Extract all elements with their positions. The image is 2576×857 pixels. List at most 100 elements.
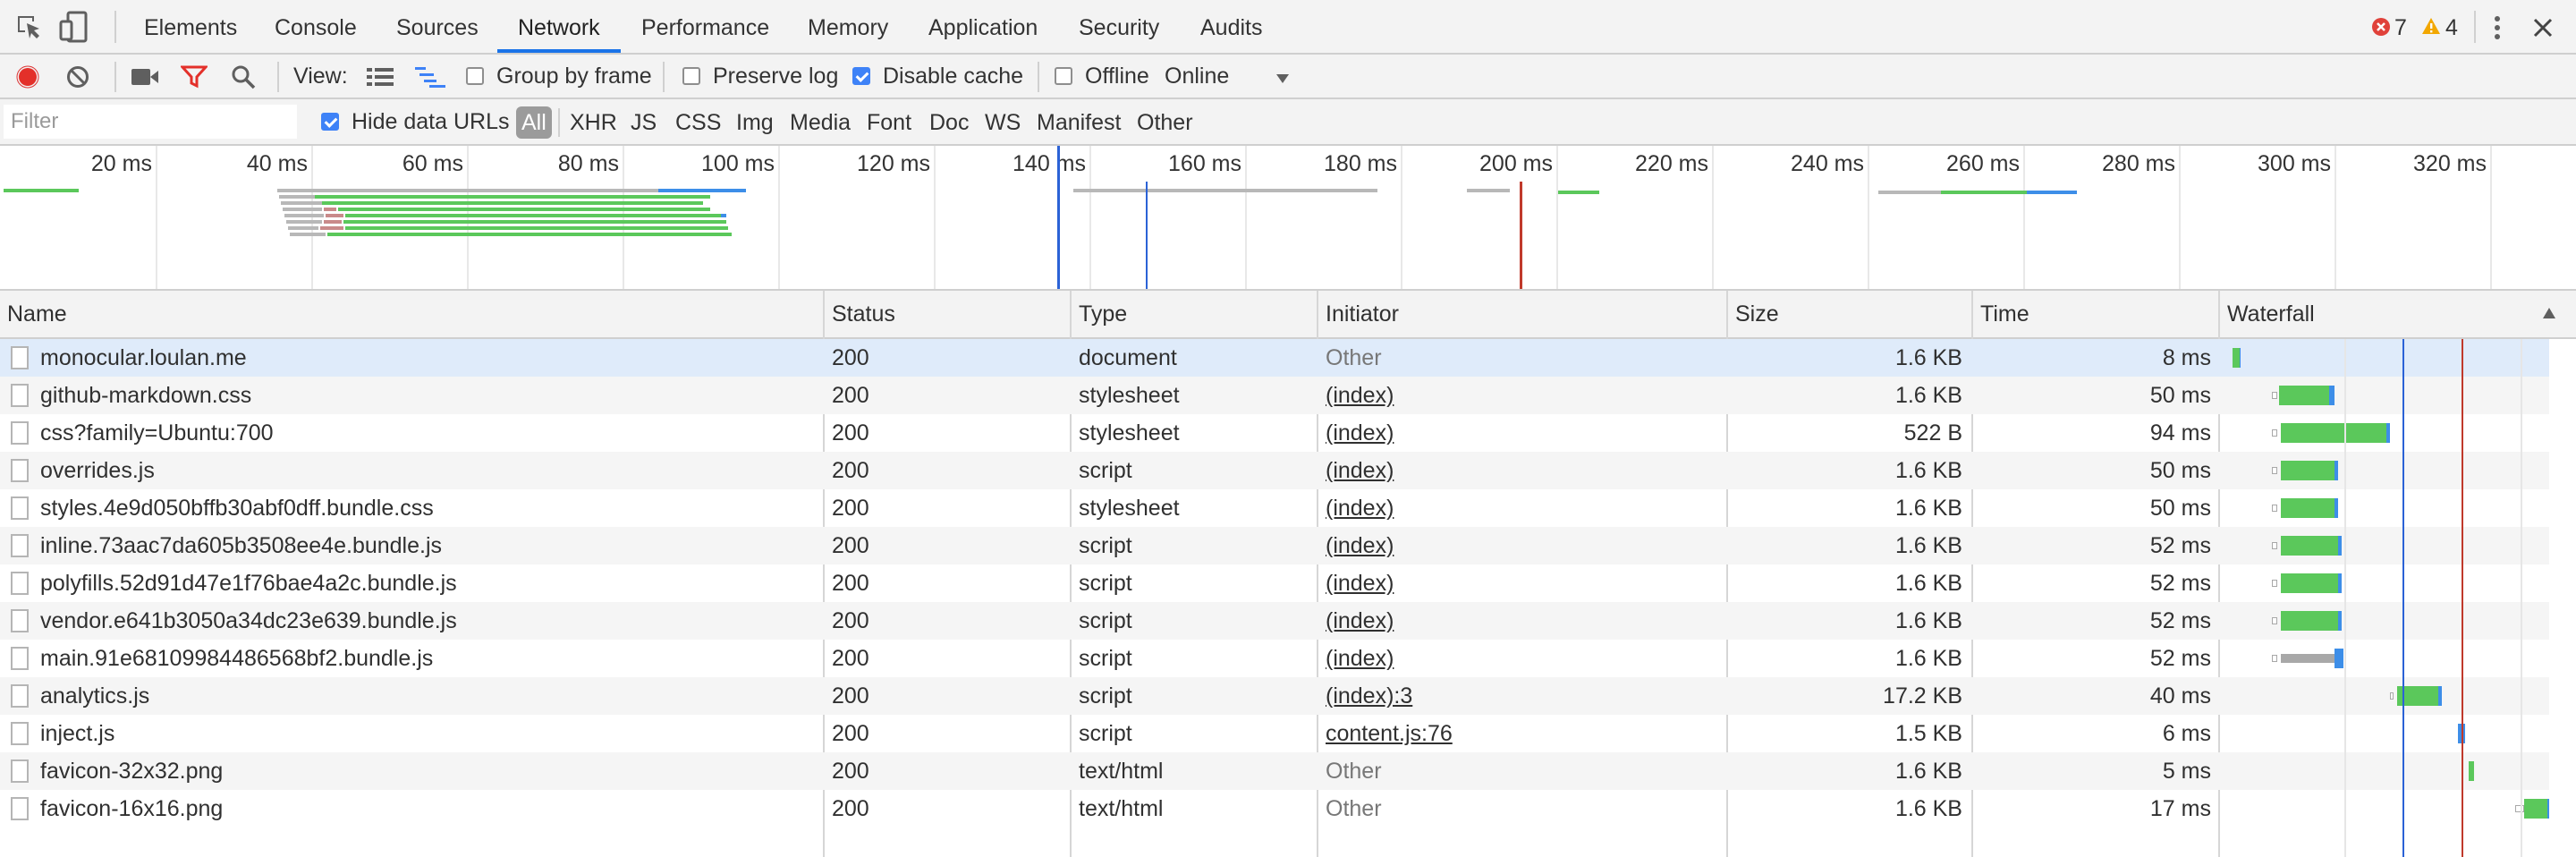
filter-icon[interactable] [179,65,209,89]
tab-application[interactable]: Application [928,0,1038,53]
request-row[interactable]: inline.73aac7da605b3508ee4e.bundle.js 200… [0,527,2549,564]
warning-icon[interactable] [2421,17,2441,35]
waterfall-waiting-bar [2281,573,2338,593]
throttling-select[interactable]: Online [1165,55,1229,98]
waterfall-waiting-bar [2233,348,2240,368]
request-initiator[interactable]: (index) [1326,640,1394,677]
request-row[interactable]: overrides.js 200 script (index) 1.6 KB 50 ms [0,452,2549,489]
filter-type-js[interactable]: JS [631,106,657,139]
search-icon[interactable] [231,64,256,89]
request-initiator[interactable]: (index) [1326,377,1394,414]
preserve-log-label[interactable]: Preserve log [713,55,838,98]
close-icon[interactable] [2531,16,2555,39]
request-name: css?family=Ubuntu:700 [40,420,274,445]
tab-memory[interactable]: Memory [808,0,888,53]
group-by-frame-label[interactable]: Group by frame [496,55,652,98]
overview-tick-label: 160 ms [1168,151,1241,176]
preserve-log-checkbox[interactable] [682,67,700,85]
request-time: 94 ms [2149,420,2211,445]
column-header-size[interactable]: Size [1735,291,1779,337]
waterfall-waiting-bar [2281,461,2334,480]
hide-data-urls-checkbox[interactable] [321,113,339,131]
request-initiator[interactable]: (index) [1326,452,1394,489]
chevron-down-icon[interactable] [1275,72,1290,83]
overview-tick-label: 240 ms [1791,151,1864,176]
warning-count[interactable]: 4 [2445,0,2458,55]
network-overview[interactable]: 20 ms 40 ms 60 ms 80 ms 100 ms 120 ms 14… [0,146,2576,291]
offline-label[interactable]: Offline [1085,55,1149,98]
offline-checkbox[interactable] [1055,67,1072,85]
record-icon[interactable] [16,65,39,89]
request-initiator[interactable]: (index) [1326,527,1394,564]
filter-type-font[interactable]: Font [867,106,911,139]
filter-type-img[interactable]: Img [736,106,774,139]
column-header-type[interactable]: Type [1079,291,1127,337]
overview-request-bar [277,189,689,192]
filter-type-other[interactable]: Other [1137,106,1193,139]
tab-elements[interactable]: Elements [144,0,237,53]
more-options-icon[interactable] [2488,13,2506,43]
request-row[interactable]: favicon-16x16.png 200 text/html Other 1.6 KB… [0,790,2549,827]
filter-type-doc[interactable]: Doc [929,106,969,139]
clear-icon[interactable] [66,65,89,89]
group-by-frame-checkbox[interactable] [466,67,484,85]
tab-security[interactable]: Security [1079,0,1159,53]
filter-type-media[interactable]: Media [790,106,851,139]
sort-ascending-icon[interactable] [2542,307,2556,319]
tab-audits[interactable]: Audits [1200,0,1262,53]
filter-type-all[interactable]: All [516,106,552,139]
request-name: favicon-32x32.png [40,759,224,784]
request-row[interactable]: polyfills.52d91d47e1f76bae4a2c.bundle.js… [0,564,2549,602]
disable-cache-label[interactable]: Disable cache [883,55,1023,98]
filter-type-ws[interactable]: WS [985,106,1021,139]
disable-cache-checkbox[interactable] [852,67,870,85]
tab-sources[interactable]: Sources [396,0,479,53]
inspect-element-icon[interactable] [14,13,43,41]
request-size: 1.6 KB [1894,796,1962,821]
request-initiator[interactable]: content.js:76 [1326,715,1453,752]
request-initiator[interactable]: (index) [1326,564,1394,602]
filter-type-manifest[interactable]: Manifest [1037,106,1121,139]
request-size: 522 B [1903,420,1962,445]
hide-data-urls-label[interactable]: Hide data URLs [352,99,509,144]
large-rows-icon[interactable] [367,67,394,87]
error-count[interactable]: 7 [2394,0,2407,55]
overview-request-bar [322,201,703,205]
file-icon [11,384,29,407]
column-header-initiator[interactable]: Initiator [1326,291,1399,337]
column-header-name[interactable]: Name [7,291,67,337]
filter-type-css[interactable]: CSS [675,106,721,139]
request-row[interactable]: vendor.e641b3050a34dc23e639.bundle.js 200… [0,602,2549,640]
request-initiator[interactable]: (index):3 [1326,677,1412,715]
column-header-status[interactable]: Status [832,291,895,337]
request-status: 200 [832,345,869,370]
request-row[interactable]: css?family=Ubuntu:700 200 stylesheet (index… [0,414,2549,452]
filter-type-xhr[interactable]: XHR [570,106,617,139]
request-row[interactable]: github-markdown.css 200 stylesheet (index) 1… [0,377,2549,414]
error-icon[interactable] [2372,18,2390,36]
waterfall-overview-icon[interactable] [415,66,445,88]
tab-performance[interactable]: Performance [641,0,769,53]
waterfall-download-bar [2334,649,2343,668]
request-row[interactable]: inject.js 200 script content.js:76 1.5 KB 6 m… [0,715,2549,752]
request-initiator[interactable]: (index) [1326,602,1394,640]
column-header-time[interactable]: Time [1980,291,2029,337]
column-header-waterfall[interactable]: Waterfall [2227,291,2315,337]
tab-network[interactable]: Network [518,0,600,53]
device-toolbar-icon[interactable] [59,11,89,43]
request-row[interactable]: analytics.js 200 script (index):3 17.2 KB 40 … [0,677,2549,715]
request-size: 1.6 KB [1894,646,1962,671]
waterfall-queue-bar [2272,467,2277,474]
filter-input[interactable] [4,105,297,139]
overview-gridline [2023,146,2025,289]
request-row[interactable]: styles.4e9d050bffb30abf0dff.bundle.css 20… [0,489,2549,527]
waterfall-download-bar [2329,386,2334,405]
request-row[interactable]: monocular.loulan.me 200 document Other 1.6 K… [0,339,2549,377]
request-row[interactable]: main.91e68109984486568bf2.bundle.js 200 sc… [0,640,2549,677]
request-initiator[interactable]: (index) [1326,414,1394,452]
tab-console[interactable]: Console [275,0,357,53]
capture-screenshots-icon[interactable] [131,67,159,87]
request-row[interactable]: favicon-32x32.png 200 text/html Other 1.6 KB… [0,752,2549,790]
request-initiator: Other [1326,759,1382,784]
request-initiator[interactable]: (index) [1326,489,1394,527]
